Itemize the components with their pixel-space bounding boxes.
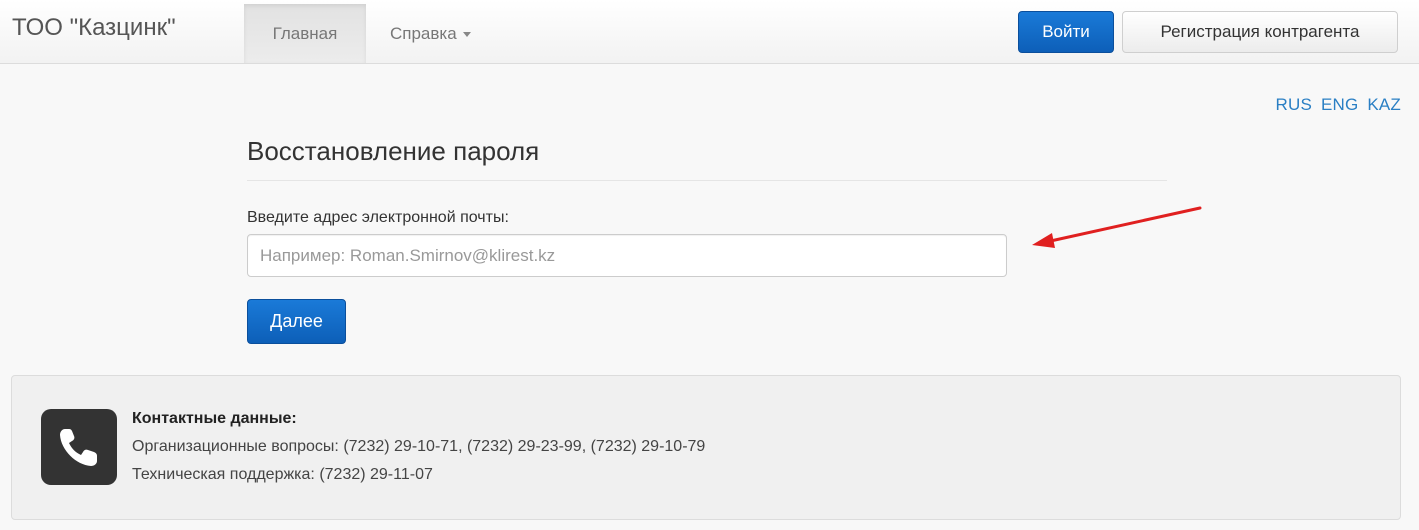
phone-icon [41, 409, 117, 485]
email-field[interactable] [247, 234, 1007, 277]
chevron-down-icon [462, 32, 471, 38]
next-button[interactable]: Далее [247, 299, 346, 344]
brand-logo[interactable]: ТОО "Казцинк" [12, 14, 176, 42]
lang-kaz-link[interactable]: KAZ [1367, 95, 1401, 114]
contacts-org-questions: Организационные вопросы: (7232) 29-10-71… [132, 438, 706, 455]
lang-rus-link[interactable]: RUS [1276, 95, 1313, 114]
tab-help-label: Справка [390, 24, 457, 43]
top-navbar: ТОО "Казцинк" Главная Справка Войти Реги… [0, 0, 1419, 64]
tab-home[interactable]: Главная [244, 4, 366, 63]
annotation-arrow-icon [1032, 206, 1202, 248]
contacts-title: Контактные данные: [132, 410, 297, 427]
language-switcher: RUS ENG KAZ [1272, 95, 1402, 115]
page-title: Восстановление пароля [247, 136, 540, 166]
contacts-tech-support: Техническая поддержка: (7232) 29-11-07 [132, 466, 433, 483]
tab-help-dropdown[interactable]: Справка [390, 4, 500, 63]
login-button[interactable]: Войти [1018, 11, 1114, 53]
contact-panel: Контактные данные: Организационные вопро… [11, 375, 1401, 520]
phone-handset-icon [60, 429, 97, 466]
email-label: Введите адрес электронной почты: [247, 209, 509, 226]
tab-home-label: Главная [272, 24, 338, 43]
title-divider [247, 180, 1167, 181]
register-counterparty-button[interactable]: Регистрация контрагента [1122, 11, 1398, 53]
lang-eng-link[interactable]: ENG [1321, 95, 1358, 114]
